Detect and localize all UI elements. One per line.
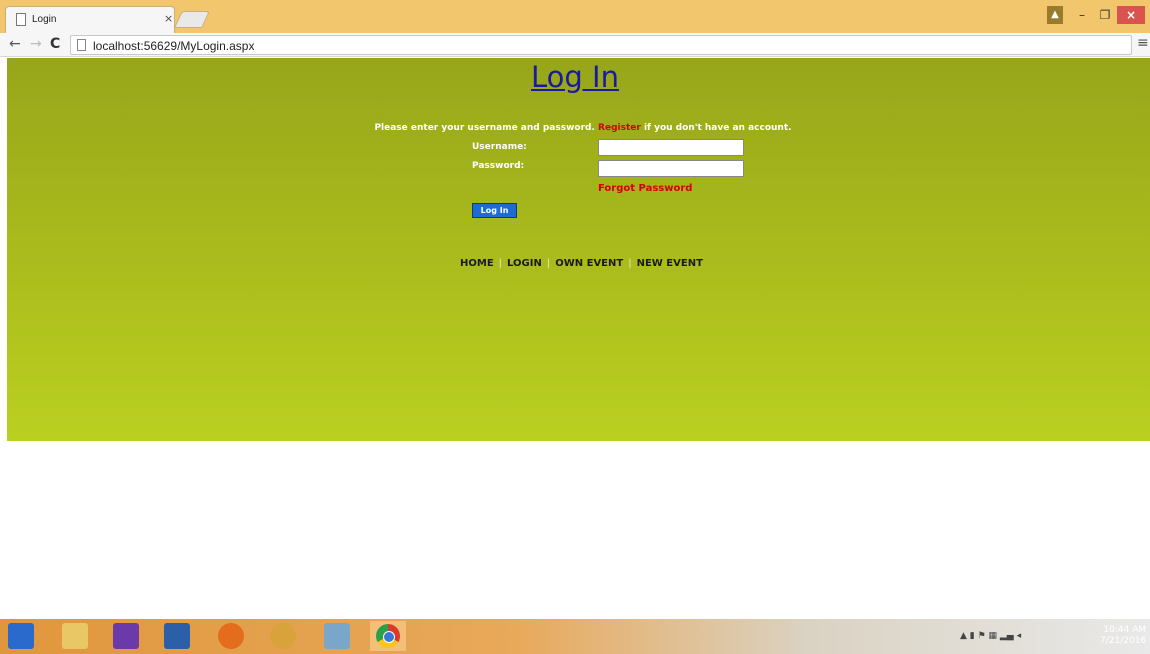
forward-arrow-icon[interactable]: → [30, 36, 42, 52]
reload-icon[interactable]: C [50, 36, 60, 52]
chrome-active-icon[interactable] [370, 621, 406, 651]
intro-text-end: if you don't have an account. [643, 123, 792, 133]
password-field[interactable] [598, 160, 744, 177]
browser-tab[interactable]: Login × [5, 6, 175, 33]
system-tray-icons[interactable]: ▲ ▮ ⚑ ▦ ▂▄ ◂ [960, 631, 1021, 641]
username-field[interactable] [598, 139, 744, 156]
user-icon[interactable]: ▲ [1047, 6, 1063, 24]
register-link[interactable]: Register [598, 123, 641, 133]
visual-studio-icon[interactable] [113, 623, 139, 649]
page-content [7, 58, 1150, 441]
taskbar-clock[interactable]: 10:44 AM 7/21/2016 [1100, 625, 1146, 647]
maximize-button[interactable]: ❐ [1096, 6, 1114, 24]
nav-separator: | [498, 258, 503, 269]
address-bar[interactable]: localhost:56629/MyLogin.aspx ☆ [70, 35, 1132, 55]
browser-titlebar: Login × ▲ – ❐ × [0, 0, 1150, 33]
new-tab-button[interactable] [174, 11, 210, 28]
url-text: localhost:56629/MyLogin.aspx [93, 39, 255, 53]
username-label: Username: [472, 142, 527, 152]
menu-icon[interactable]: ≡ [1137, 35, 1149, 51]
nav-login-link[interactable]: LOGIN [507, 258, 542, 269]
login-button[interactable]: Log In [472, 203, 517, 218]
back-arrow-icon[interactable]: ← [9, 36, 21, 52]
intro-text: Please enter your username and password.… [0, 123, 1150, 133]
tool-icon[interactable] [324, 623, 350, 649]
footer-nav: HOME | LOGIN | OWN EVENT | NEW EVENT [460, 258, 703, 269]
page-icon [77, 39, 86, 51]
clock-date: 7/21/2016 [1100, 636, 1147, 646]
nav-new-event-link[interactable]: NEW EVENT [637, 258, 703, 269]
chrome-icon[interactable] [270, 623, 296, 649]
nav-separator: | [628, 258, 632, 269]
browser-toolbar: ← → C localhost:56629/MyLogin.aspx ☆ ≡ [0, 33, 1150, 57]
tab-title: Login [32, 14, 57, 25]
nav-home-link[interactable]: HOME [460, 258, 494, 269]
clock-time: 10:44 AM [1103, 625, 1147, 635]
close-window-button[interactable]: × [1117, 6, 1145, 24]
tab-close-icon[interactable]: × [164, 12, 173, 25]
taskbar: ▲ ▮ ⚑ ▦ ▂▄ ◂ 10:44 AM 7/21/2016 [0, 619, 1150, 654]
word-icon[interactable] [164, 623, 190, 649]
forgot-password-link[interactable]: Forgot Password [598, 183, 692, 194]
windows-start-icon[interactable] [8, 623, 34, 649]
nav-separator: | [546, 258, 551, 269]
minimize-button[interactable]: – [1073, 6, 1091, 24]
password-label: Password: [472, 161, 525, 171]
intro-text-start: Please enter your username and password. [374, 123, 595, 133]
file-explorer-icon[interactable] [62, 623, 88, 649]
page-title[interactable]: Log In [0, 60, 1150, 94]
nav-own-event-link[interactable]: OWN EVENT [555, 258, 623, 269]
firefox-icon[interactable] [218, 623, 244, 649]
page-icon [16, 13, 26, 26]
